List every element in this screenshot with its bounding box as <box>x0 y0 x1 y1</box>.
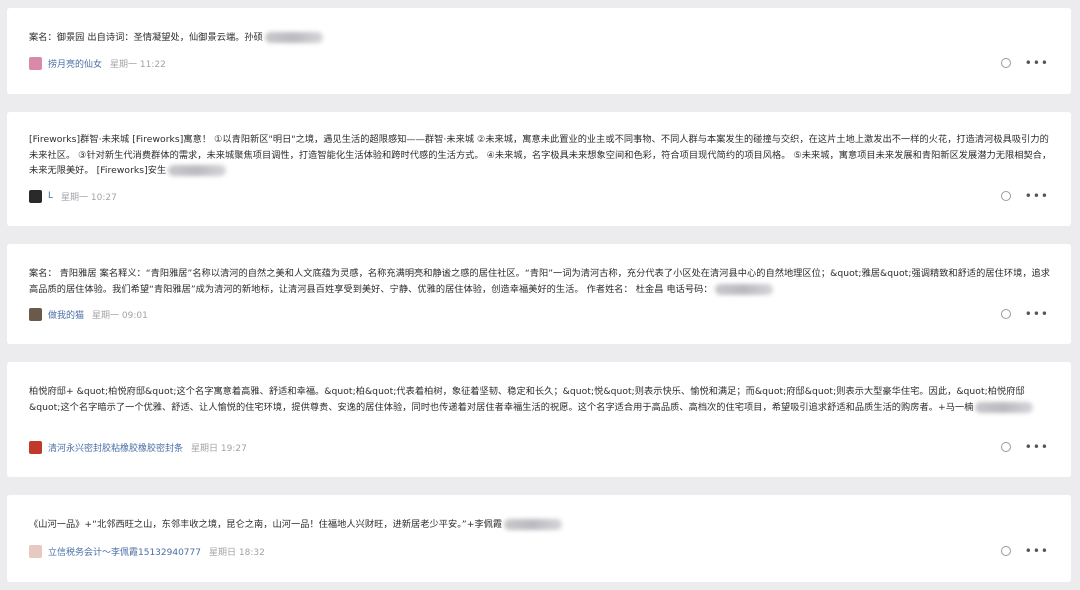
comment-meta: L 星期一 10:27 <box>29 188 117 204</box>
comment-author[interactable]: 捞月亮的仙女 <box>48 57 102 70</box>
more-options-icon[interactable]: ••• <box>1025 441 1049 453</box>
comment-text: 案名：御景园 出自诗词：圣情凝望处，仙御景云端。孙硕 <box>29 30 1053 46</box>
comment-card: 《山河一品》+“北邻西旺之山，东邻丰收之境，昆仑之南，山河一品！住福地人兴财旺，… <box>7 495 1071 582</box>
comment-time: 星期一 11:22 <box>110 59 166 70</box>
comment-text: 《山河一品》+“北邻西旺之山，东邻丰收之境，昆仑之南，山河一品！住福地人兴财旺，… <box>29 517 1053 533</box>
comment-actions: ••• <box>1000 190 1049 202</box>
like-circle-icon[interactable] <box>1000 58 1011 68</box>
redacted-blur <box>504 519 563 530</box>
avatar[interactable] <box>29 189 42 203</box>
comment-actions: ••• <box>1000 57 1049 69</box>
more-options-icon[interactable]: ••• <box>1025 190 1049 202</box>
comment-author[interactable]: L <box>48 191 53 201</box>
avatar[interactable] <box>29 56 42 70</box>
comment-time: 星期一 09:01 <box>92 310 148 321</box>
comment-time: 星期日 18:32 <box>209 547 265 558</box>
avatar[interactable] <box>29 440 42 454</box>
redacted-blur <box>714 283 773 295</box>
comment-time: 星期日 19:27 <box>191 443 247 454</box>
comment-card: 案名： 青阳雅居 案名释义：“青阳雅居”名称以清河的自然之美和人文底蕴为灵感，名… <box>7 244 1071 344</box>
comment-meta: 立信税务会计～李佩霞15132940777 星期日 18:32 <box>29 543 265 559</box>
comment-actions: ••• <box>1000 308 1049 320</box>
more-options-icon[interactable]: ••• <box>1025 308 1049 320</box>
avatar[interactable] <box>29 544 42 558</box>
comment-actions: ••• <box>1000 545 1049 557</box>
comment-actions: ••• <box>1000 441 1049 453</box>
redacted-blur <box>168 165 227 176</box>
redacted-blur <box>264 32 323 43</box>
like-circle-icon[interactable] <box>1000 442 1011 452</box>
comment-card: 案名：御景园 出自诗词：圣情凝望处，仙御景云端。孙硕 捞月亮的仙女 星期一 11… <box>7 8 1071 94</box>
avatar[interactable] <box>29 307 42 321</box>
like-circle-icon[interactable] <box>1000 191 1011 201</box>
comment-time: 星期一 10:27 <box>61 192 117 203</box>
like-circle-icon[interactable] <box>1000 546 1011 556</box>
more-options-icon[interactable]: ••• <box>1025 545 1049 557</box>
comment-meta: 清河永兴密封胶粘橡胶橡胶密封条 星期日 19:27 <box>29 439 247 455</box>
redacted-blur <box>975 401 1034 413</box>
comment-meta: 做我的猫 星期一 09:01 <box>29 306 148 322</box>
comment-card: [Fireworks]群智·未来城 [Fireworks]寓意！ ①以青阳新区"… <box>7 112 1071 226</box>
comment-text: [Fireworks]群智·未来城 [Fireworks]寓意！ ①以青阳新区"… <box>29 134 1052 176</box>
comment-author[interactable]: 立信税务会计～李佩霞15132940777 <box>48 545 201 558</box>
more-options-icon[interactable]: ••• <box>1025 57 1049 69</box>
comment-author[interactable]: 做我的猫 <box>48 308 84 321</box>
comment-card: 柏悦府邸+ &quot;柏悦府邸&quot;这个名字寓意着高雅、舒适和幸福。&q… <box>7 362 1071 477</box>
comment-author[interactable]: 清河永兴密封胶粘橡胶橡胶密封条 <box>48 441 183 454</box>
like-circle-icon[interactable] <box>1000 309 1011 319</box>
comment-meta: 捞月亮的仙女 星期一 11:22 <box>29 55 166 71</box>
comment-text: 柏悦府邸+ &quot;柏悦府邸&quot;这个名字寓意着高雅、舒适和幸福。&q… <box>29 384 1053 415</box>
comment-text: 案名： 青阳雅居 案名释义：“青阳雅居”名称以清河的自然之美和人文底蕴为灵感，名… <box>29 268 1051 295</box>
